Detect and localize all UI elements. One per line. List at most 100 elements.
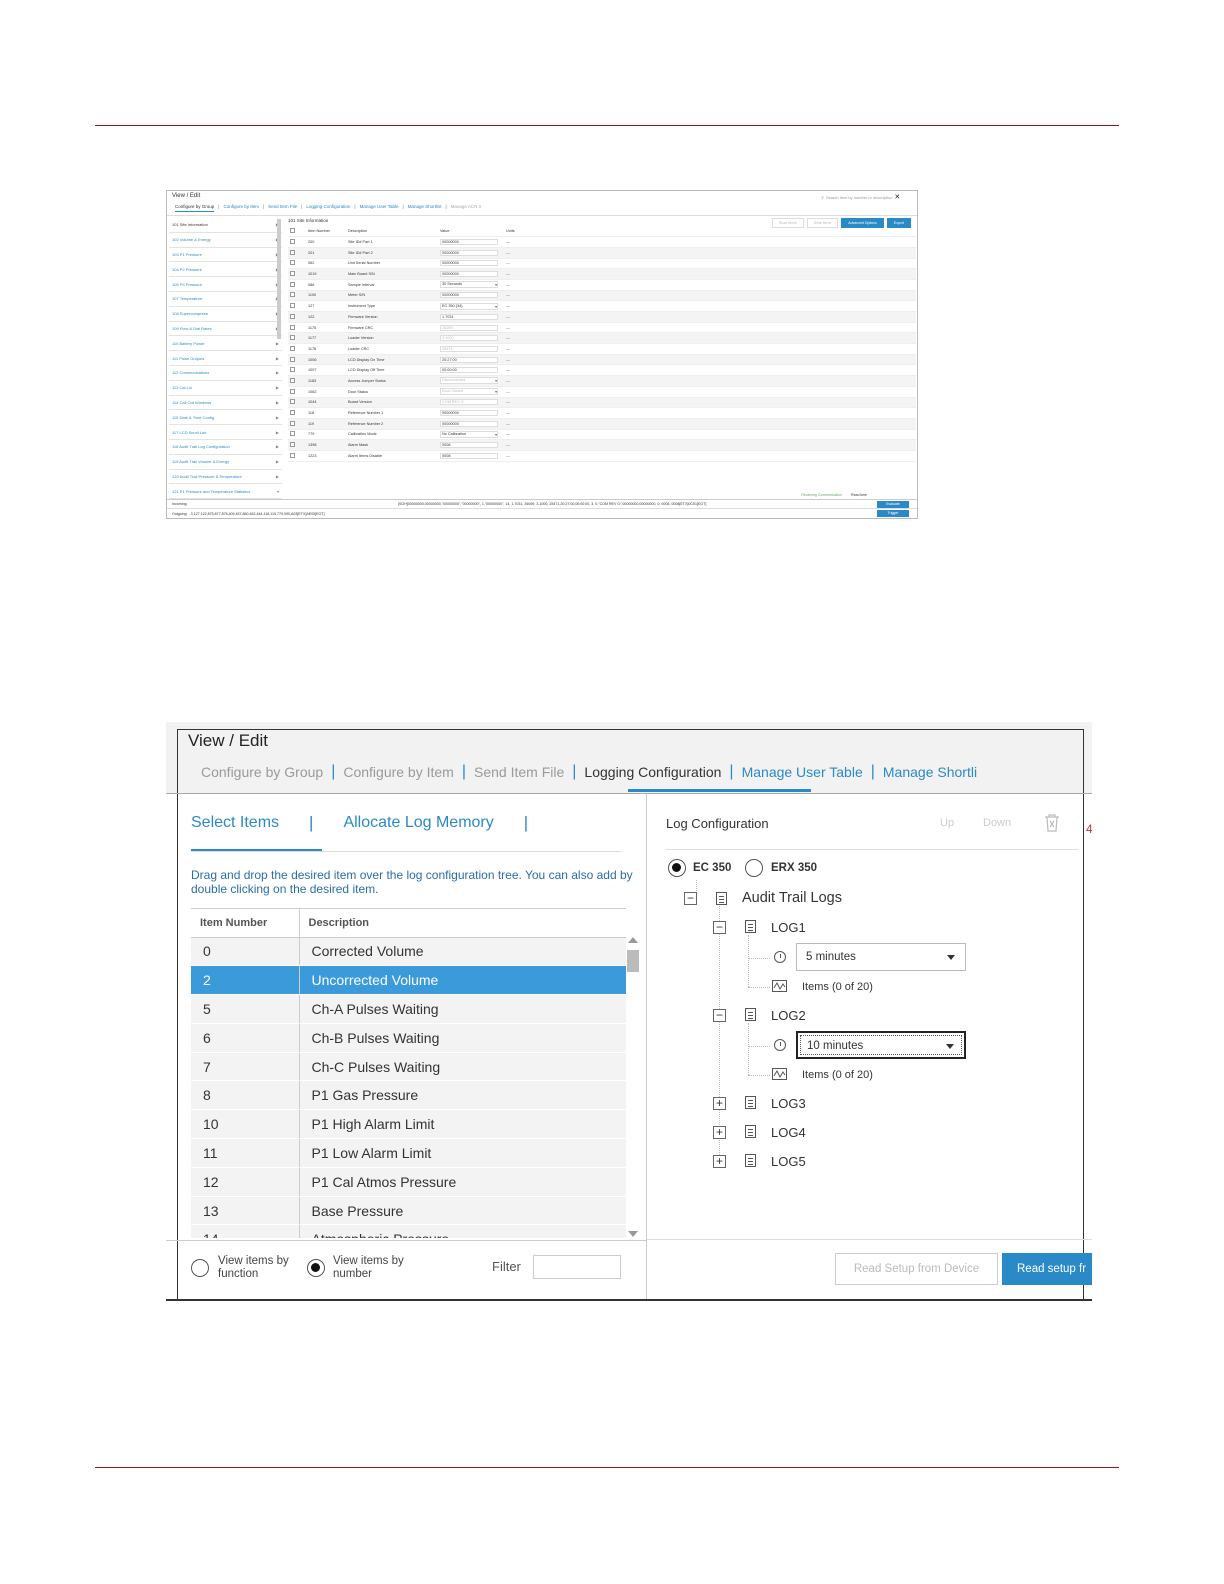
- checkbox[interactable]: [290, 249, 295, 255]
- row-checkbox-cell[interactable]: [288, 236, 306, 248]
- collapse-icon[interactable]: −: [713, 1009, 726, 1022]
- value-field[interactable]: 20:27:00: [440, 356, 498, 363]
- row-checkbox-cell[interactable]: [288, 386, 306, 398]
- table-cell[interactable]: EC 350 (34): [438, 300, 504, 312]
- down-button[interactable]: Down: [983, 817, 1011, 829]
- tab-item[interactable]: Configure by Group: [175, 204, 215, 212]
- table-row[interactable]: 7 Ch-C Pulses Waiting: [191, 1052, 626, 1082]
- value-field[interactable]: 00000000: [440, 271, 498, 278]
- sidebar-item[interactable]: 101 Site Information▶: [169, 218, 282, 233]
- trash-icon[interactable]: [1043, 814, 1061, 832]
- scroll-down-icon[interactable]: [628, 1231, 638, 1237]
- table-row[interactable]: 6 Ch-B Pulses Waiting: [191, 1023, 626, 1053]
- checkbox[interactable]: [290, 239, 295, 245]
- view-by-function-radio[interactable]: [191, 1259, 209, 1277]
- table-cell[interactable]: 1.7031: [438, 311, 504, 323]
- row-checkbox-cell[interactable]: [288, 258, 306, 270]
- checkbox[interactable]: [290, 410, 295, 416]
- table-row[interactable]: 200 Site ID# Part 1 00000000 ---: [288, 236, 916, 248]
- sidebar-item[interactable]: 107 Temperature▶: [169, 292, 282, 307]
- value-field[interactable]: 0008: [440, 442, 498, 449]
- table-row[interactable]: 062 Unit Serial Number 00000000 ---: [288, 258, 916, 270]
- table-row[interactable]: 1183Access Jumper StatusDisconnected ---: [288, 375, 916, 387]
- row-checkbox-cell[interactable]: [288, 311, 306, 323]
- row-checkbox-cell[interactable]: [288, 397, 306, 409]
- table-cell[interactable]: 00000000: [438, 258, 504, 270]
- table-row[interactable]: 0 Corrected Volume: [191, 937, 626, 967]
- table-row[interactable]: 1062Door StatusDoor Closed ---: [288, 386, 916, 398]
- table-row[interactable]: 201 Site ID# Part 2 00000000 ---: [288, 247, 916, 259]
- table-cell[interactable]: Door Closed: [438, 386, 504, 398]
- log2-items[interactable]: Items (0 of 20): [802, 1069, 873, 1081]
- value-field[interactable]: 00000000: [440, 420, 498, 427]
- column-header[interactable]: Item Number: [306, 226, 346, 238]
- table-cell[interactable]: 20:27:00: [438, 354, 504, 366]
- sidebar-item[interactable]: 108 Supercompress▶: [169, 307, 282, 322]
- row-checkbox-cell[interactable]: [288, 247, 306, 259]
- tab-item[interactable]: Configure by Group: [197, 764, 327, 780]
- value-field[interactable]: 00000000: [440, 260, 498, 267]
- table-cell[interactable]: 00:00:00: [438, 364, 504, 377]
- checkbox[interactable]: [290, 271, 295, 277]
- table-cell[interactable]: 00000000: [438, 418, 504, 430]
- checkbox[interactable]: [290, 431, 295, 437]
- table-row[interactable]: 779Calibration ModeNo Calibration ---: [288, 429, 916, 441]
- sidebar-item[interactable]: 117 LCD Scroll List ▶: [169, 425, 282, 440]
- view-by-number-radio[interactable]: [307, 1259, 325, 1277]
- checkbox[interactable]: [290, 420, 295, 426]
- checkbox[interactable]: [290, 228, 295, 234]
- tree-root-label[interactable]: Audit Trail Logs: [742, 890, 842, 906]
- expand-icon[interactable]: +: [713, 1155, 726, 1168]
- column-header[interactable]: Units: [504, 226, 540, 238]
- checkbox[interactable]: [290, 356, 295, 362]
- read-setup-from-device-button[interactable]: Read Setup from Device: [835, 1253, 998, 1285]
- checkbox[interactable]: [290, 281, 295, 287]
- select-all-checkbox[interactable]: [288, 226, 306, 238]
- log2-interval-select[interactable]: 10 minutes: [796, 1031, 966, 1059]
- table-row[interactable]: 1176 Loader CRC 25471 ---: [288, 343, 916, 355]
- table-row[interactable]: 127Instrument TypeEC 350 (34) ---: [288, 300, 916, 312]
- expand-icon[interactable]: +: [713, 1126, 726, 1139]
- tab-item[interactable]: Manage ACN 0: [451, 204, 482, 212]
- table-row[interactable]: 086Sample Interval30 Seconds ---: [288, 279, 916, 291]
- sidebar-item[interactable]: 113 Cal Lin ▶: [169, 381, 282, 396]
- checkbox[interactable]: [290, 367, 295, 373]
- table-cell[interactable]: 30 Seconds: [438, 279, 504, 291]
- scroll-up-icon[interactable]: [628, 937, 638, 943]
- column-header[interactable]: Description: [346, 226, 438, 238]
- row-checkbox-cell[interactable]: [288, 332, 306, 345]
- tab-item[interactable]: Configure by Item: [223, 204, 259, 212]
- table-row[interactable]: 1100 Meter S/N 00000000 ---: [288, 290, 916, 302]
- column-header-item-number[interactable]: Item Number: [191, 909, 300, 938]
- row-checkbox-cell[interactable]: [288, 375, 306, 387]
- filter-input[interactable]: [533, 1255, 621, 1279]
- row-checkbox-cell[interactable]: [288, 429, 306, 441]
- row-checkbox-cell[interactable]: [288, 268, 306, 280]
- scroll-thumb[interactable]: [627, 950, 639, 972]
- row-checkbox-cell[interactable]: [288, 407, 306, 419]
- tab-item[interactable]: Manage Shortlist: [408, 204, 442, 212]
- search-box[interactable]: ⚲ Search item by number or description ✕: [821, 193, 911, 201]
- tab-item[interactable]: Manage Shortli: [879, 764, 981, 780]
- table-cell[interactable]: 25471: [438, 343, 504, 355]
- table-cell[interactable]: Disconnected: [438, 375, 504, 387]
- checkbox[interactable]: [290, 292, 295, 298]
- table-row[interactable]: 1175 Firmware CRC 26059 ---: [288, 322, 916, 334]
- table-row[interactable]: 13 Base Pressure: [191, 1196, 626, 1226]
- sidebar-item[interactable]: 105 P4 Pressure▶: [169, 277, 282, 292]
- table-row[interactable]: 14Atmospheric Pressure: [191, 1224, 626, 1238]
- sidebar-item[interactable]: 121 P1 Pressure and Temperature Statisti…: [169, 484, 282, 500]
- tab-allocate-log-memory[interactable]: Allocate Log Memory: [343, 814, 493, 832]
- log3-label[interactable]: LOG3: [771, 1096, 806, 1111]
- table-cell[interactable]: 00000000: [438, 247, 504, 259]
- row-checkbox-cell[interactable]: [288, 343, 306, 355]
- checkbox[interactable]: [290, 324, 295, 330]
- checkbox[interactable]: [290, 388, 295, 394]
- sidebar-item[interactable]: 104 P2 Pressure▶: [169, 262, 282, 278]
- toolbar-button[interactable]: Read Items: [771, 218, 804, 228]
- value-field[interactable]: 1.7031: [440, 313, 498, 320]
- table-row[interactable]: 8 P1 Gas Pressure: [191, 1080, 626, 1111]
- table-row[interactable]: 1019 Main Board S/N 00000000 ---: [288, 268, 916, 280]
- sidebar-item[interactable]: 111 Pulse Outputs ▶: [169, 351, 282, 366]
- table-row[interactable]: 12 P1 Cal Atmos Pressure: [191, 1167, 626, 1197]
